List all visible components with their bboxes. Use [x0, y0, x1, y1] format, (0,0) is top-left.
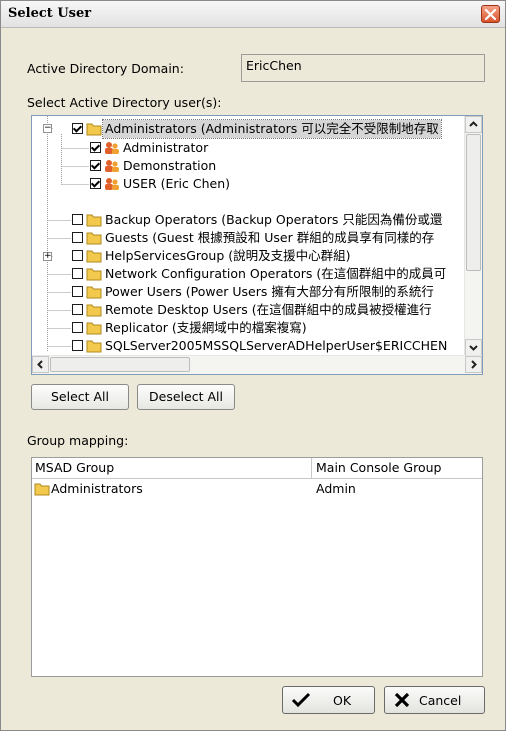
close-icon [485, 9, 496, 20]
checkbox[interactable] [90, 142, 101, 153]
deselect-all-button[interactable]: Deselect All [137, 384, 235, 410]
node-label: Network Configuration Operators (在這個群組中的… [105, 266, 447, 281]
horizontal-scrollbar[interactable] [32, 355, 482, 374]
folder-icon [86, 340, 102, 353]
users-icon [105, 142, 119, 154]
node-label: Guests (Guest 根據預設和 User 群組的成員享有同樣的存 [105, 230, 435, 245]
folder-icon [86, 123, 102, 136]
scroll-left-button[interactable] [32, 356, 49, 373]
domain-field[interactable]: EricChen [241, 54, 485, 82]
checkbox[interactable] [72, 123, 83, 134]
checkbox[interactable] [72, 304, 83, 315]
checkbox[interactable] [72, 340, 83, 351]
expand-toggle[interactable]: + [43, 252, 52, 261]
folder-icon [86, 250, 102, 263]
folder-icon [86, 322, 102, 335]
cancel-button[interactable]: Cancel [384, 686, 485, 714]
domain-label: Active Directory Domain: [27, 61, 184, 76]
horizontal-scroll-thumb[interactable] [50, 357, 190, 372]
folder-icon [86, 268, 102, 281]
node-label: Administrator [123, 140, 209, 155]
group-mapping-label: Group mapping: [27, 433, 129, 448]
folder-icon [86, 286, 102, 299]
node-label: Replicator (支援網域中的檔案複寫) [105, 320, 307, 335]
users-label: Select Active Directory user(s): [27, 95, 222, 110]
user-tree[interactable]: − + Administrators (Administrators 可以完全不… [31, 115, 483, 375]
table-row[interactable]: Administrators Admin [32, 480, 482, 498]
node-label: Backup Operators (Backup Operators 只能因為備… [105, 212, 443, 227]
node-label: HelpServicesGroup (說明及支援中心群組) [105, 248, 351, 263]
column-header-main-console-group[interactable]: Main Console Group [313, 458, 482, 478]
checkbox[interactable] [72, 214, 83, 225]
checkmark-icon [291, 692, 311, 708]
node-label: USER (Eric Chen) [123, 176, 231, 191]
scroll-right-button[interactable] [465, 356, 482, 373]
group-mapping-table[interactable]: MSAD Group Main Console Group Administra… [31, 457, 483, 677]
collapse-toggle[interactable]: − [43, 124, 52, 133]
folder-icon [86, 232, 102, 245]
checkbox[interactable] [72, 250, 83, 261]
folder-icon [86, 214, 102, 227]
node-label: Power Users (Power Users 擁有大部分有所限制的系統行 [105, 284, 434, 299]
ok-label: OK [333, 693, 352, 708]
window-title: Select User [8, 6, 92, 21]
checkbox[interactable] [72, 322, 83, 333]
title-bar: Select User [1, 1, 505, 28]
table-header: MSAD Group Main Console Group [32, 458, 482, 479]
column-header-msad-group[interactable]: MSAD Group [32, 458, 312, 478]
folder-icon [86, 304, 102, 317]
users-icon [105, 178, 119, 190]
checkbox[interactable] [72, 232, 83, 243]
vertical-scroll-thumb[interactable] [466, 134, 481, 271]
chevron-right-icon [471, 360, 477, 369]
scroll-down-button[interactable] [465, 339, 482, 356]
node-label: Demonstration [123, 158, 217, 173]
checkbox[interactable] [72, 286, 83, 297]
checkbox[interactable] [90, 160, 101, 171]
select-all-button[interactable]: Select All [31, 384, 129, 410]
chevron-left-icon [37, 360, 43, 369]
cell-main-console-group: Admin [316, 481, 356, 496]
scroll-up-button[interactable] [465, 116, 482, 133]
x-icon [394, 692, 410, 708]
folder-icon [34, 483, 50, 496]
checkbox[interactable] [72, 268, 83, 279]
close-button[interactable] [481, 5, 500, 23]
chevron-down-icon [469, 345, 478, 351]
select-user-dialog: Select User Active Directory Domain: Eri… [0, 0, 506, 731]
node-label: Administrators (Administrators 可以完全不受限制地… [102, 119, 442, 139]
chevron-up-icon [469, 121, 478, 127]
node-label: SQLServer2005MSSQLServerADHelperUser$ERI… [105, 338, 448, 353]
users-icon [105, 160, 119, 172]
node-label: Remote Desktop Users (在這個群組中的成員被授權進行 [105, 302, 432, 317]
cancel-label: Cancel [419, 693, 462, 708]
checkbox[interactable] [90, 178, 101, 189]
ok-button[interactable]: OK [282, 686, 375, 714]
cell-msad-group: Administrators [51, 481, 143, 496]
vertical-scrollbar[interactable] [464, 116, 482, 356]
